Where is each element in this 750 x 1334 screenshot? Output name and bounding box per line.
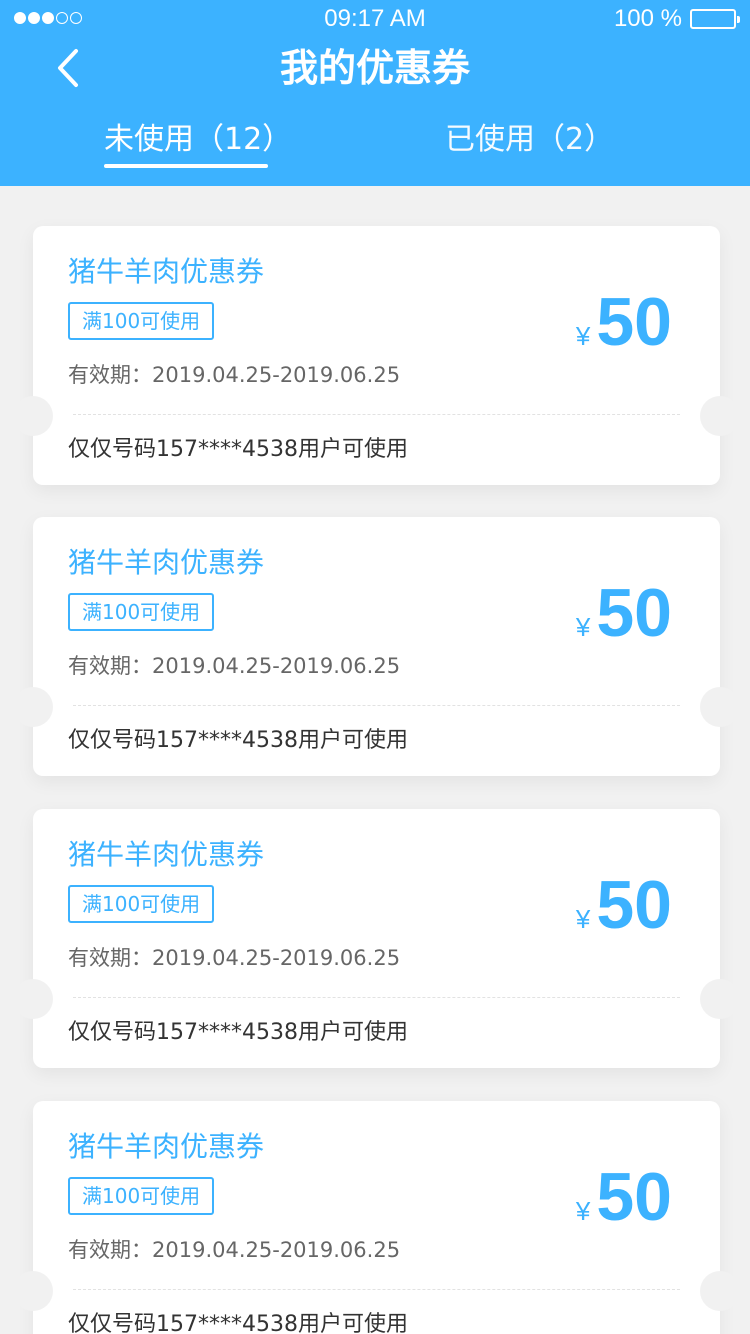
coupon-restriction: 仅仅号码157****4538用户可使用 (68, 437, 408, 462)
coupon-card[interactable]: 猪牛羊肉优惠券 满100可使用 有效期：2019.04.25-2019.06.2… (13, 809, 740, 1068)
active-tab-indicator (104, 164, 268, 168)
dashed-divider (73, 414, 680, 415)
coupon-validity: 有效期：2019.04.25-2019.06.25 (68, 946, 401, 970)
coupon-amount: 50 (596, 575, 672, 651)
ticket-notch (13, 1271, 53, 1311)
page-title: 我的优惠券 (279, 46, 470, 90)
currency-symbol: ¥ (575, 1196, 591, 1226)
currency-symbol: ¥ (575, 321, 591, 351)
coupon-card[interactable]: 猪牛羊肉优惠券 满100可使用 有效期：2019.04.25-2019.06.2… (13, 517, 740, 776)
coupon-validity: 有效期：2019.04.25-2019.06.25 (68, 654, 401, 678)
dashed-divider (73, 705, 680, 706)
coupon-name: 猪牛羊肉优惠券 (68, 546, 265, 579)
coupon-validity: 有效期：2019.04.25-2019.06.25 (68, 1238, 401, 1262)
coupon-name: 猪牛羊肉优惠券 (68, 838, 265, 871)
coupon-value: ¥ 50 (576, 1157, 672, 1237)
ticket-notch (700, 979, 740, 1019)
ticket-notch (700, 687, 740, 727)
coupon-restriction: 仅仅号码157****4538用户可使用 (68, 728, 408, 753)
nav-bar: 我的优惠券 (0, 38, 750, 98)
coupon-card[interactable]: 猪牛羊肉优惠券 满100可使用 有效期：2019.04.25-2019.06.2… (13, 1101, 740, 1334)
tab-bar: 未使用（12） 已使用（2） (0, 110, 750, 176)
coupon-value: ¥ 50 (576, 282, 672, 362)
coupon-card[interactable]: 猪牛羊肉优惠券 满100可使用 有效期：2019.04.25-2019.06.2… (13, 226, 740, 485)
coupon-condition-badge: 满100可使用 (68, 885, 215, 923)
coupon-amount: 50 (596, 1159, 672, 1235)
coupon-name: 猪牛羊肉优惠券 (68, 1130, 265, 1163)
ticket-notch (700, 396, 740, 436)
dashed-divider (73, 997, 680, 998)
dashed-divider (73, 1289, 680, 1290)
ticket-notch (13, 396, 53, 436)
coupon-condition-badge: 满100可使用 (68, 302, 215, 340)
status-bar: 09:17 AM 100 % (0, 0, 750, 38)
coupon-list: 猪牛羊肉优惠券 满100可使用 有效期：2019.04.25-2019.06.2… (0, 186, 750, 1334)
ticket-notch (13, 979, 53, 1019)
coupon-name: 猪牛羊肉优惠券 (68, 255, 265, 288)
coupon-amount: 50 (596, 284, 672, 360)
battery-percent: 100 % (613, 5, 682, 32)
coupon-value: ¥ 50 (576, 865, 672, 945)
coupon-value: ¥ 50 (576, 573, 672, 653)
battery-status: 100 % (613, 0, 740, 38)
coupon-validity: 有效期：2019.04.25-2019.06.25 (68, 363, 401, 387)
ticket-notch (13, 687, 53, 727)
currency-symbol: ¥ (575, 904, 591, 934)
header: 09:17 AM 100 % 我的优惠券 未使用（12） 已使用（2） (0, 0, 750, 186)
currency-symbol: ¥ (575, 612, 591, 642)
coupon-condition-badge: 满100可使用 (68, 1177, 215, 1215)
coupon-amount: 50 (596, 867, 672, 943)
coupon-condition-badge: 满100可使用 (68, 593, 215, 631)
coupon-restriction: 仅仅号码157****4538用户可使用 (68, 1020, 408, 1045)
battery-icon (690, 9, 740, 29)
ticket-notch (700, 1271, 740, 1311)
coupon-restriction: 仅仅号码157****4538用户可使用 (68, 1312, 408, 1334)
tab-used[interactable]: 已使用（2） (445, 110, 614, 176)
